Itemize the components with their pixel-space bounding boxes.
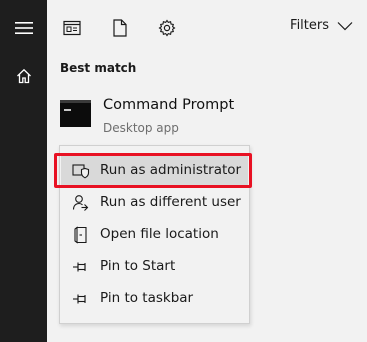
documents-icon [113, 19, 127, 37]
result-title: Command Prompt [103, 97, 235, 113]
command-prompt-icon [60, 100, 91, 127]
apps-icon [63, 20, 81, 36]
context-menu: Run as administrator Run as different us… [59, 145, 250, 324]
filters-dropdown[interactable]: Filters [290, 18, 353, 33]
hamburger-menu-button[interactable] [0, 8, 47, 48]
documents-tab[interactable] [108, 16, 132, 40]
settings-icon [158, 19, 176, 37]
menu-item-open-file-location[interactable]: Open file location [61, 219, 248, 250]
menu-item-label: Pin to Start [100, 258, 176, 274]
best-match-heading: Best match [60, 61, 137, 75]
command-prompt-result[interactable]: Command Prompt Desktop app [47, 88, 367, 144]
shield-icon [72, 162, 90, 180]
home-icon [16, 68, 31, 84]
menu-item-label: Run as different user [100, 194, 241, 210]
result-subtitle: Desktop app [103, 121, 179, 135]
filters-label: Filters [290, 18, 329, 33]
menu-item-run-as-administrator[interactable]: Run as administrator [61, 155, 248, 186]
left-rail [0, 0, 47, 342]
menu-item-label: Run as administrator [100, 162, 242, 178]
user-icon [72, 194, 90, 212]
search-toolbar: Filters [47, 0, 367, 56]
pin-icon [72, 258, 90, 276]
menu-item-run-as-different-user[interactable]: Run as different user [61, 187, 248, 218]
apps-tab[interactable] [60, 16, 84, 40]
menu-item-pin-to-start[interactable]: Pin to Start [61, 251, 248, 282]
home-button[interactable] [0, 56, 47, 96]
hamburger-menu-icon [14, 22, 33, 34]
menu-item-pin-to-taskbar[interactable]: Pin to taskbar [61, 283, 248, 314]
chevron-down-icon [337, 21, 353, 30]
menu-item-label: Open file location [100, 226, 219, 242]
menu-item-label: Pin to taskbar [100, 290, 194, 306]
settings-tab[interactable] [155, 16, 179, 40]
file-location-icon [72, 226, 90, 244]
pin-icon [72, 290, 90, 308]
